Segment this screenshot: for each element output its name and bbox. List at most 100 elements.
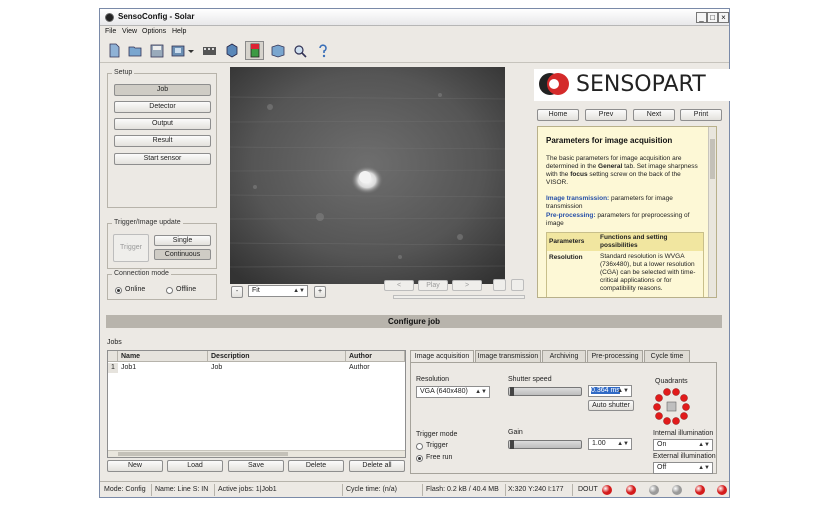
gain-input[interactable]: 1.00 ▲▼ [588, 438, 632, 450]
help-print-button[interactable]: Print [680, 109, 722, 121]
status-dout: DOUT [578, 486, 598, 493]
jobs-scroll-thumb[interactable] [118, 452, 288, 456]
jobs-header-description[interactable]: Description [208, 351, 346, 362]
minimize-button[interactable]: _ [696, 12, 707, 23]
internal-illumination-select[interactable]: On ▲▼ [653, 439, 713, 451]
shutter-speed-input[interactable]: 0.364 ms ▲▼ [588, 385, 632, 397]
help-scrollbar[interactable] [708, 127, 716, 297]
save-icon[interactable] [147, 41, 166, 60]
trigger-mode-label: Trigger mode [416, 431, 458, 438]
shutter-slider-thumb[interactable] [510, 387, 514, 396]
jobs-horizontal-scrollbar[interactable] [108, 450, 405, 457]
status-separator [342, 484, 343, 496]
image-icon[interactable] [245, 41, 264, 60]
camera-image[interactable] [230, 67, 505, 284]
single-button[interactable]: Single [154, 235, 211, 246]
snapshot-button[interactable] [511, 279, 524, 291]
zoom-out-button[interactable]: - [231, 286, 243, 298]
help-icon[interactable] [313, 41, 332, 60]
close-button[interactable]: × [718, 12, 729, 23]
dout-led-5 [695, 485, 705, 495]
dout-led-1 [602, 485, 612, 495]
status-separator [422, 484, 423, 496]
help-scroll-thumb[interactable] [710, 139, 715, 179]
free-run-radio[interactable] [416, 455, 423, 462]
quadrants-selector[interactable] [651, 387, 695, 425]
delete-all-jobs-button[interactable]: Delete all [349, 460, 405, 472]
online-radio[interactable] [115, 287, 122, 294]
load-job-button[interactable]: Load [167, 460, 223, 472]
new-icon[interactable] [105, 41, 124, 60]
resolution-select[interactable]: VGA (640x480) ▲▼ [416, 386, 490, 398]
view-icon[interactable] [268, 41, 287, 60]
zoom-in-button[interactable]: + [314, 286, 326, 298]
offline-radio[interactable] [166, 287, 173, 294]
save-job-button[interactable]: Save [228, 460, 284, 472]
record-icon[interactable] [200, 41, 219, 60]
jobs-table[interactable]: Name Description Author 1 Job1 Job Autho… [107, 350, 406, 458]
app-icon [105, 13, 114, 22]
zoom-select[interactable]: Fit ▲▼ [248, 285, 308, 297]
menu-file[interactable]: File [105, 28, 116, 35]
play-button[interactable]: Play [418, 280, 448, 291]
external-illumination-select[interactable]: Off ▲▼ [653, 462, 713, 474]
status-separator [214, 484, 215, 496]
help-table: Parameters Functions and setting possibi… [546, 232, 704, 297]
maximize-button[interactable]: □ [707, 12, 718, 23]
help-prev-button[interactable]: Prev [585, 109, 627, 121]
table-row-name[interactable]: Job1 [118, 363, 208, 373]
shutter-speed-slider[interactable] [508, 387, 582, 396]
record-button[interactable] [493, 279, 506, 291]
status-separator [572, 484, 573, 496]
resolution-value: VGA (640x480) [420, 388, 468, 395]
offline-label: Offline [176, 286, 197, 293]
job-button[interactable]: Job [114, 84, 211, 96]
new-job-button[interactable]: New [107, 460, 163, 472]
shutter-speed-value: 0.364 ms [591, 387, 620, 394]
gain-slider-thumb[interactable] [510, 440, 514, 449]
configure-job-header: Configure job [106, 315, 722, 328]
trigger-button[interactable]: Trigger [113, 234, 149, 262]
jobs-header-author[interactable]: Author [346, 351, 405, 362]
menu-options[interactable]: Options [142, 28, 166, 35]
dout-led-3 [649, 485, 659, 495]
sensor-icon[interactable] [222, 41, 241, 60]
open-icon[interactable] [126, 41, 145, 60]
connect-icon[interactable] [170, 41, 196, 60]
menu-help[interactable]: Help [172, 28, 186, 35]
search-icon[interactable] [290, 41, 309, 60]
auto-shutter-button[interactable]: Auto shutter [588, 400, 634, 411]
detector-button[interactable]: Detector [114, 101, 211, 113]
playback-prev-button[interactable]: < [384, 280, 414, 291]
continuous-button[interactable]: Continuous [154, 249, 211, 260]
sensopart-logo: SENSOPART [534, 69, 730, 101]
menu-view[interactable]: View [122, 28, 137, 35]
help-home-button[interactable]: Home [537, 109, 579, 121]
trigger-radio-label: Trigger [426, 442, 448, 449]
pre-processing-link[interactable]: Pre-processing: [546, 212, 596, 219]
trigger-radio[interactable] [416, 443, 423, 450]
table-row-description[interactable]: Job [208, 363, 346, 373]
shutter-speed-label: Shutter speed [508, 376, 552, 383]
online-label: Online [125, 286, 146, 293]
start-sensor-button[interactable]: Start sensor [114, 153, 211, 165]
result-button[interactable]: Result [114, 135, 211, 147]
chevron-down-icon: ▲▼ [698, 465, 710, 471]
help-panel[interactable]: Parameters for image acquisition The bas… [537, 126, 717, 298]
help-next-button[interactable]: Next [633, 109, 675, 121]
output-button[interactable]: Output [114, 118, 211, 130]
jobs-header-name[interactable]: Name [118, 351, 208, 362]
playback-slider[interactable] [393, 295, 525, 299]
setup-group: Setup Job Detector Output Result Start s… [107, 69, 217, 208]
table-row-author[interactable]: Author [346, 363, 405, 373]
zoom-value: Fit [252, 287, 260, 294]
playback-next-button[interactable]: > [452, 280, 482, 291]
connection-title: Connection mode [112, 270, 171, 277]
image-transmission-link[interactable]: Image transmission: [546, 195, 609, 202]
delete-job-button[interactable]: Delete [288, 460, 344, 472]
trigger-update-title: Trigger/Image update [112, 219, 183, 226]
gain-slider[interactable] [508, 440, 582, 449]
title-bar[interactable]: SensoConfig - Solar _ □ × [100, 9, 729, 26]
help-table-row-param: Resolution [549, 254, 583, 261]
help-title: Parameters for image acquisition [546, 136, 673, 145]
